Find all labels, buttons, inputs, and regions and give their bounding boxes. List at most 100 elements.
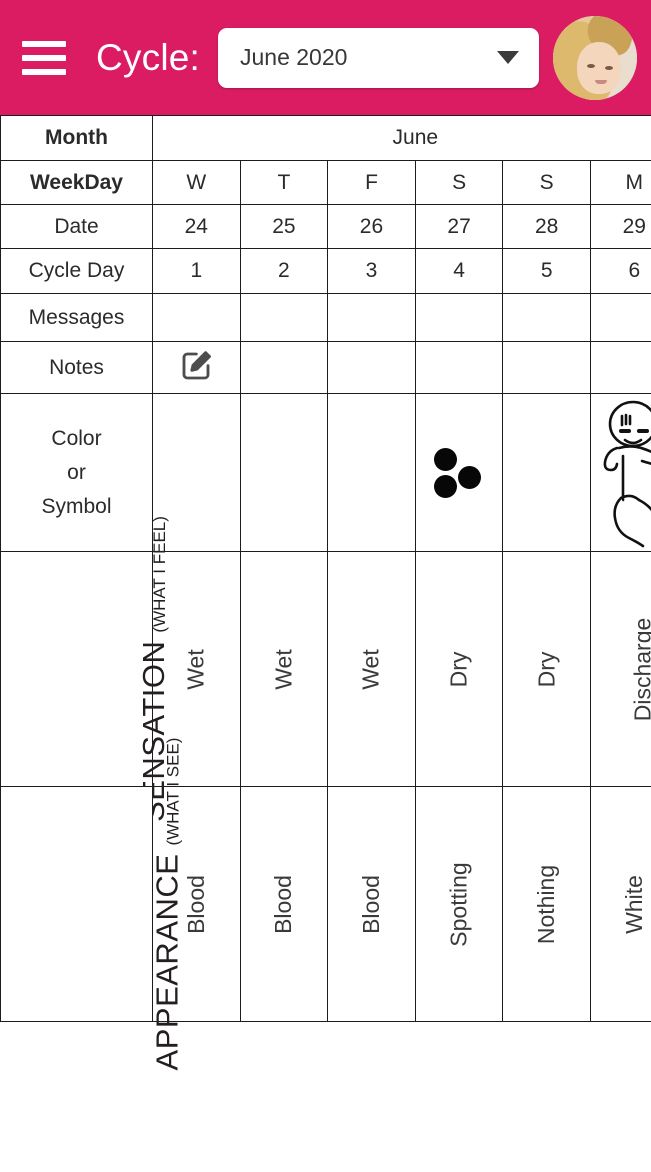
message-cell[interactable] [327,293,416,342]
table-row-appearance: APPEARANCE (WHAT I SEE) Blood Blood Bloo… [0,738,651,1070]
sensation-cell[interactable]: Dry [502,551,591,787]
row-label-messages: Messages [0,293,153,342]
sensation-value: Wet [182,648,209,690]
symbol-cell[interactable] [589,393,651,552]
appearance-cell[interactable]: Nothing [502,786,591,1022]
sensation-cell[interactable]: Discharge [589,551,651,787]
weekday-cell: S [414,160,504,205]
page-title: Cycle: [96,36,200,78]
sensation-cell[interactable]: Wet [327,551,416,787]
date-cell: 25 [239,204,329,249]
date-cell: 29 [589,204,651,249]
note-cell[interactable] [589,341,651,394]
cycle-chart-table: Month June WeekDay W T F S S M Date 24 2… [0,115,651,1070]
message-cell[interactable] [152,293,241,342]
row-label-color-line1: Color [51,426,102,450]
three-dots-spotting-icon [428,442,490,504]
table-row-month: Month June [0,115,651,161]
cycle-day-cell: 3 [327,248,416,294]
sensation-value: Wet [270,648,297,690]
appearance-cell[interactable]: White [589,786,651,1022]
table-row-cycle-day: Cycle Day 1 2 3 4 5 6 [0,248,651,294]
note-cell[interactable] [152,341,241,394]
spotting-dot [434,447,458,471]
cycle-day-cell: 5 [502,248,591,294]
cycle-day-cell: 2 [239,248,329,294]
weekday-cell: M [589,160,651,205]
cycle-day-cell: 1 [152,248,241,294]
hamburger-bar [22,54,66,61]
note-cell[interactable] [414,341,504,394]
note-cell[interactable] [502,341,591,394]
message-cell[interactable] [589,293,651,342]
appearance-label-sub: (WHAT I SEE) [163,737,183,846]
cycle-day-cell: 4 [414,248,504,294]
sensation-value: Dry [533,651,560,687]
note-cell[interactable] [327,341,416,394]
chevron-down-icon [497,51,519,64]
hamburger-bar [22,40,66,47]
weekday-cell: T [239,160,329,205]
symbol-cell[interactable] [239,393,329,552]
sensation-value: Dry [445,651,472,687]
hamburger-menu-icon[interactable] [22,40,66,75]
row-label-month: Month [0,115,153,161]
appearance-value: White [620,874,647,934]
appearance-cell[interactable]: Blood [239,786,329,1022]
date-cell: 28 [502,204,591,249]
row-label-date: Date [0,204,153,249]
cycle-month-select-value: June 2020 [240,44,348,70]
appearance-value: Blood [182,874,209,934]
spotting-dot [434,474,458,498]
row-label-color-symbol: Color or Symbol [0,393,153,552]
appearance-value: Nothing [533,864,560,944]
sensation-value: Wet [357,648,384,690]
avatar-face [577,41,621,94]
row-label-notes: Notes [0,341,153,394]
message-cell[interactable] [502,293,591,342]
appearance-cell[interactable]: Spotting [414,786,504,1022]
sensation-cell[interactable]: Wet [239,551,329,787]
cycle-month-select[interactable]: June 2020 [218,27,539,88]
symbol-cell[interactable] [414,393,504,552]
row-label-color-line2: or [67,460,86,484]
month-name-cell: June [152,115,651,161]
cycle-chart-scroll-area[interactable]: Month June WeekDay W T F S S M Date 24 2… [0,115,651,1172]
row-label-cycle-day: Cycle Day [0,248,153,294]
appearance-value: Blood [270,874,297,934]
sensation-value: Discharge [629,617,651,721]
spotting-dot [458,465,482,489]
symbol-cell[interactable] [502,393,591,552]
avatar-eye [605,65,613,70]
table-row-weekday: WeekDay W T F S S M [0,160,651,205]
sensation-label-sub: (WHAT I FEEL) [149,516,169,633]
weekday-cell: W [152,160,241,205]
table-row-date: Date 24 25 26 27 28 29 [0,204,651,249]
table-row-sensation: SENSATION (WHAT I FEEL) Wet Wet Wet Dry … [0,516,651,822]
row-label-sensation: SENSATION (WHAT I FEEL) [0,516,171,822]
date-cell: 26 [327,204,416,249]
appearance-value: Spotting [445,861,472,947]
row-label-color-line3: Symbol [41,494,112,518]
message-cell[interactable] [239,293,329,342]
appearance-value: Blood [357,874,384,934]
date-cell: 24 [152,204,241,249]
app-header: Cycle: June 2020 [0,0,651,115]
baby-icon [603,400,651,547]
edit-note-icon[interactable] [173,346,219,386]
row-label-appearance: APPEARANCE (WHAT I SEE) [0,738,184,1070]
weekday-cell: F [327,160,416,205]
message-cell[interactable] [414,293,504,342]
user-avatar[interactable] [553,15,637,100]
table-row-color-symbol: Color or Symbol [0,393,651,552]
appearance-label-stack: APPEARANCE (WHAT I SEE) [149,738,185,1071]
date-cell: 27 [414,204,504,249]
table-row-notes: Notes [0,341,651,394]
symbol-cell[interactable] [327,393,416,552]
sensation-cell[interactable]: Dry [414,551,504,787]
table-row-messages: Messages [0,293,651,342]
appearance-cell[interactable]: Blood [327,786,416,1022]
note-cell[interactable] [239,341,329,394]
avatar-mouth [595,79,607,84]
weekday-cell: S [502,160,591,205]
